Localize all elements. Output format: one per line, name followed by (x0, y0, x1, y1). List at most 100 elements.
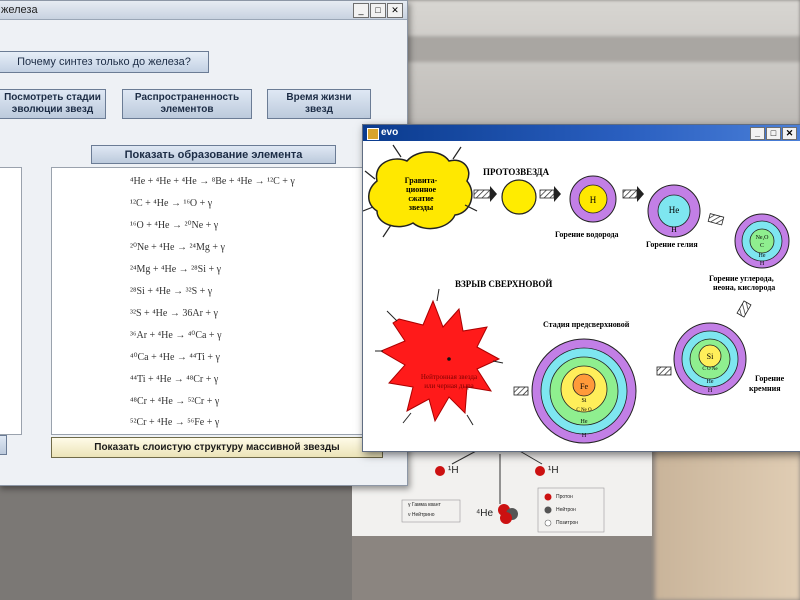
cloud-label-1: Гравита- (405, 176, 438, 185)
svg-text:C: C (760, 243, 764, 249)
reaction-line: ¹²C + ⁴He → ¹⁶O + γ (130, 198, 213, 209)
show-layers-button[interactable]: Показать слоистую структуру массивной зв… (51, 437, 383, 458)
left-panel (0, 167, 22, 435)
star-hydrogen-burning: H (569, 175, 617, 223)
cloud-label-2: ционное (406, 185, 436, 194)
reaction-line: ⁵²Cr + ⁴He → ⁵⁶Fe + γ (130, 417, 220, 428)
svg-text:Si: Si (707, 352, 714, 361)
svg-text:H: H (590, 195, 597, 205)
collapsing-cloud: Гравита- ционное сжатие звезды (362, 144, 478, 238)
show-formation-button[interactable]: Показать образование элемента (91, 145, 336, 164)
evo-title-bar[interactable]: evo _ □ ✕ (363, 125, 800, 141)
isotope-he4: ⁴He (476, 508, 494, 519)
svg-text:H: H (760, 261, 765, 267)
svg-text:Ne,O: Ne,O (756, 235, 769, 241)
supernova-explosion: Нейтронная звезда или черная дыра (375, 288, 504, 426)
close-button[interactable]: ✕ (387, 3, 403, 18)
background-photo-blurred (655, 440, 800, 600)
evo-close-button[interactable]: ✕ (782, 127, 797, 140)
reaction-line: ²⁴Mg + ⁴He → ²⁸Si + γ (130, 264, 222, 275)
reaction-line: ⁴⁰Ca + ⁴He → ⁴⁴Ti + γ (130, 352, 220, 363)
reaction-line: ⁴⁸Cr + ⁴He → ⁵²Cr + γ (130, 396, 220, 407)
cloud-label-4: звезды (409, 203, 434, 212)
arrow-icon (707, 213, 725, 226)
legend-positron: Позитрон (556, 520, 579, 526)
svg-text:H: H (708, 388, 713, 394)
protostar (501, 179, 537, 215)
si-burning-label-2: кремния (749, 384, 781, 393)
reaction-line: ¹⁶O + ⁴He → ²⁰Ne + γ (130, 220, 219, 231)
background-window-blurred (400, 0, 800, 130)
neutron-star-label-2: или черная дыра (424, 382, 474, 390)
star-helium-burning: He H (647, 184, 701, 238)
reaction-line: ²⁸Si + ⁴He → ³²S + γ (130, 286, 213, 297)
reaction-line: ⁴He + ⁴He + ⁴He → ⁸Be + ⁴He → ¹²C + γ (130, 176, 295, 187)
stellar-evolution-diagram: Гравита- ционное сжатие звезды ПРОТОЗВЕЗ… (362, 141, 800, 451)
reaction-line: ³⁶Ar + ⁴He → ⁴⁰Ca + γ (130, 330, 222, 341)
reaction-line: ³²S + ⁴He → 36Ar + γ (130, 308, 218, 319)
main-window-title: железа (1, 4, 38, 16)
background-desktop-left (0, 480, 352, 600)
arrow-icon (513, 386, 529, 396)
reaction-line: ⁴⁴Ti + ⁴He → ⁴⁸Cr + γ (130, 374, 219, 385)
main-window: железа _ □ ✕ Почему синтез только до жел… (0, 0, 408, 486)
stages-label-line1: Посмотреть стадии (4, 92, 101, 103)
arrow-icon (656, 366, 672, 376)
svg-text:C Ne O: C Ne O (576, 408, 592, 413)
evolution-stages-button[interactable]: Посмотреть стадии эволюции звезд (0, 89, 106, 119)
reaction-line: ²⁰Ne + ⁴He → ²⁴Mg + γ (130, 242, 225, 253)
evo-window-title: evo (381, 127, 399, 138)
maximize-button[interactable]: □ (370, 3, 386, 18)
pre-supernova-label: Стадия предсверхновой (543, 320, 630, 329)
star-carbon-neon-oxygen-burning: Ne,O C He H (734, 213, 790, 269)
he-burning-label: Горение гелия (646, 240, 698, 249)
svg-text:Fe: Fe (580, 382, 588, 391)
neutron-star-label-1: Нейтронная звезда (421, 373, 478, 381)
arrow-icon (736, 300, 752, 318)
abundance-label-line1: Распространенность (134, 92, 240, 103)
legend-neutrino: ν Нейтрино (408, 512, 435, 518)
lifetime-label-line2: звезд (305, 104, 333, 115)
svg-text:H: H (671, 225, 677, 234)
lifetime-button[interactable]: Время жизни звезд (267, 89, 371, 119)
minimize-button[interactable]: _ (353, 3, 369, 18)
star-pre-supernova: Fe Si C Ne O He H (531, 338, 637, 444)
cno-burning-label-2: неона, кислорода (713, 283, 775, 292)
svg-text:Si: Si (581, 398, 586, 404)
why-iron-button[interactable]: Почему синтез только до железа? (0, 51, 209, 73)
svg-text:H: H (582, 433, 587, 439)
svg-text:C O Ne: C O Ne (702, 367, 718, 372)
si-burning-label-1: Горение (755, 374, 785, 383)
svg-text:He: He (669, 205, 680, 215)
svg-text:He: He (581, 419, 588, 425)
arrow-icon (622, 189, 638, 199)
cno-burning-label-1: Горение углерода, (709, 274, 774, 283)
protostar-label: ПРОТОЗВЕЗДА (483, 167, 550, 177)
evo-maximize-button[interactable]: □ (766, 127, 781, 140)
proton-ball (435, 466, 445, 476)
legend-neutron: Нейтрон (556, 507, 576, 513)
svg-text:He: He (759, 253, 766, 259)
cloud-label-3: сжатие (408, 194, 434, 203)
supernova-label: ВЗРЫВ СВЕРХНОВОЙ (455, 279, 552, 289)
evo-minimize-button[interactable]: _ (750, 127, 765, 140)
h-burning-label: Горение водорода (555, 230, 619, 239)
legend-gamma: γ Гамма квант (408, 502, 441, 508)
evo-window: evo _ □ ✕ Гравита- ционное сжатие звезды… (362, 124, 800, 452)
abundance-label-line2: элементов (160, 104, 214, 115)
isotope-h1-right: ¹H (548, 465, 559, 476)
proton-ball (535, 466, 545, 476)
lifetime-label-line1: Время жизни (286, 92, 352, 103)
stages-label-line2: эволюции звезд (11, 104, 94, 115)
isotope-h1-left: ¹H (448, 465, 459, 476)
main-title-bar[interactable]: железа _ □ ✕ (0, 1, 407, 20)
reactions-panel: ⁴He + ⁴He + ⁴He → ⁸Be + ⁴He → ¹²C + γ ¹²… (51, 167, 387, 435)
abundance-button[interactable]: Распространенность элементов (122, 89, 252, 119)
left-edge-button[interactable] (0, 435, 7, 455)
arrow-icon (539, 189, 555, 199)
star-silicon-burning: Si C O Ne He H (673, 322, 747, 396)
legend-proton: Протон (556, 494, 573, 500)
arrow-icon (473, 189, 491, 199)
neutron-star-dot (447, 357, 451, 361)
app-icon (367, 128, 379, 140)
